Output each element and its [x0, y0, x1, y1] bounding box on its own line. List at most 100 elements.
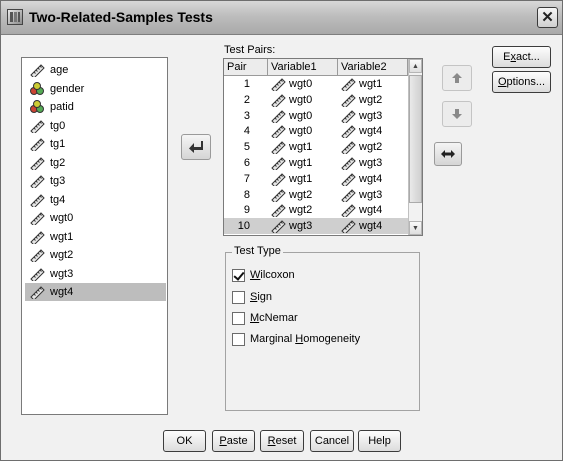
- variable2-cell[interactable]: wgt4: [340, 123, 408, 141]
- variable-item[interactable]: tg4: [25, 191, 166, 209]
- pair-number-cell: 1: [243, 78, 250, 90]
- table-row[interactable]: 4 wgt0 wgt4: [224, 123, 408, 141]
- variable1-cell[interactable]: wgt0: [270, 123, 338, 141]
- table-row[interactable]: 5 wgt1 wgt2: [224, 139, 408, 156]
- variable2-cell[interactable]: wgt3: [340, 155, 408, 172]
- arrow-bent-left-icon: [189, 141, 203, 153]
- scroll-thumb[interactable]: [409, 75, 422, 203]
- scale-ruler-icon: [29, 174, 45, 190]
- reset-label-key: R: [267, 435, 276, 447]
- checkbox-checked[interactable]: [232, 268, 245, 282]
- scale-ruler-icon: [270, 93, 286, 109]
- column-header-pair[interactable]: Pair: [224, 59, 268, 76]
- variable1-cell[interactable]: wgt1: [270, 155, 338, 172]
- table-row[interactable]: 6 wgt1 wgt3: [224, 155, 408, 172]
- source-variable-list[interactable]: age gender patid tg0 tg1 tg2 tg3 tg4 wgt0 wgt1 wgt…: [21, 57, 168, 415]
- variable-label: wgt3: [50, 267, 74, 280]
- scroll-down-button[interactable]: ▼: [409, 221, 422, 235]
- variable-item[interactable]: wgt3: [25, 265, 166, 283]
- variable-name: wgt4: [359, 172, 383, 185]
- variable-label: wgt1: [50, 230, 74, 243]
- test-type-option[interactable]: Sign: [232, 289, 272, 305]
- variable-item[interactable]: tg1: [25, 135, 166, 153]
- move-pair-down-button[interactable]: [442, 101, 472, 127]
- pairs-vertical-scrollbar[interactable]: ▲ ▼: [408, 59, 422, 235]
- variable1-cell[interactable]: wgt2: [270, 202, 338, 220]
- variable-label: patid: [50, 101, 74, 113]
- scale-ruler-icon: [270, 188, 286, 204]
- test-pairs-table[interactable]: Pair Variable1 Variable2 1 wgt0 wgt1 2 wgt0 w…: [223, 58, 423, 236]
- variable1-cell[interactable]: wgt0: [270, 92, 338, 109]
- scroll-up-button[interactable]: ▲: [409, 59, 422, 73]
- variable-item[interactable]: wgt4: [25, 283, 166, 301]
- variable1-cell[interactable]: wgt3: [270, 218, 338, 235]
- options-label-key: O: [497, 76, 507, 88]
- close-button[interactable]: ✕: [537, 7, 558, 28]
- scale-ruler-icon: [270, 203, 286, 220]
- move-pair-up-button[interactable]: [442, 65, 472, 91]
- checkbox[interactable]: [232, 332, 245, 346]
- help-label: Help: [368, 435, 391, 447]
- variable-item[interactable]: tg2: [25, 154, 166, 172]
- variable2-cell[interactable]: wgt1: [340, 76, 408, 93]
- variable2-cell[interactable]: wgt4: [340, 202, 408, 220]
- table-row[interactable]: 10 wgt3 wgt4: [224, 218, 408, 235]
- variable-name: wgt3: [289, 220, 313, 233]
- test-type-legend: Test Type: [232, 245, 283, 257]
- variable-item[interactable]: age: [25, 61, 166, 79]
- variable-item[interactable]: gender: [25, 80, 166, 98]
- table-row[interactable]: 7 wgt1 wgt4: [224, 171, 408, 188]
- table-row[interactable]: 8 wgt2 wgt3: [224, 187, 408, 204]
- help-button[interactable]: Help: [358, 430, 401, 452]
- variable-label: gender: [50, 82, 85, 95]
- column-header-variable1[interactable]: Variable1: [268, 59, 338, 76]
- ok-button[interactable]: OK: [163, 430, 206, 452]
- variable2-cell[interactable]: wgt3: [340, 108, 408, 125]
- title-bar[interactable]: Two-Related-Samples Tests ✕: [1, 1, 562, 35]
- variable-name: wgt1: [359, 78, 383, 90]
- variable2-cell[interactable]: wgt3: [340, 187, 408, 204]
- variable-item[interactable]: tg0: [25, 117, 166, 135]
- checkbox[interactable]: [232, 290, 245, 304]
- variable1-cell[interactable]: wgt2: [270, 187, 338, 204]
- options-button[interactable]: Options...: [492, 71, 551, 93]
- scale-ruler-icon: [29, 63, 45, 79]
- variable-item[interactable]: patid: [25, 98, 166, 116]
- scale-ruler-icon: [270, 172, 286, 188]
- variable1-cell[interactable]: wgt1: [270, 171, 338, 188]
- scale-ruler-icon: [270, 140, 286, 156]
- column-header-variable2[interactable]: Variable2: [338, 59, 408, 76]
- ok-label: OK: [176, 435, 193, 447]
- variable-name: wgt4: [359, 204, 383, 217]
- variable-item[interactable]: wgt2: [25, 246, 166, 264]
- variable2-cell[interactable]: wgt4: [340, 218, 408, 235]
- paste-label-post: aste: [226, 435, 248, 447]
- test-type-label: Sign: [250, 291, 272, 303]
- swap-variables-button[interactable]: [434, 142, 462, 166]
- test-type-option[interactable]: Marginal Homogeneity: [232, 331, 360, 347]
- variable2-cell[interactable]: wgt2: [340, 92, 408, 109]
- test-type-option[interactable]: McNemar: [232, 310, 298, 326]
- table-row[interactable]: 9 wgt2 wgt4: [224, 202, 408, 220]
- variable-item[interactable]: tg3: [25, 172, 166, 190]
- paste-button[interactable]: Paste: [212, 430, 255, 452]
- checkbox[interactable]: [232, 311, 245, 325]
- variable1-cell[interactable]: wgt0: [270, 76, 338, 93]
- variable2-cell[interactable]: wgt4: [340, 171, 408, 188]
- reset-button[interactable]: Reset: [260, 430, 304, 452]
- cancel-button[interactable]: Cancel: [310, 430, 354, 452]
- exact-button[interactable]: Ex act...: [492, 46, 551, 68]
- table-row[interactable]: 3 wgt0 wgt3: [224, 108, 408, 125]
- variable2-cell[interactable]: wgt2: [340, 139, 408, 156]
- table-row[interactable]: 1 wgt0 wgt1: [224, 76, 408, 93]
- variable1-cell[interactable]: wgt1: [270, 139, 338, 156]
- variable-item[interactable]: wgt0: [25, 209, 166, 227]
- table-row[interactable]: 2 wgt0 wgt2: [224, 92, 408, 109]
- variable-name: wgt3: [359, 109, 383, 122]
- move-to-pairs-button[interactable]: [181, 134, 211, 160]
- variable-name: wgt4: [359, 125, 383, 138]
- variable-name: wgt3: [359, 157, 383, 169]
- test-type-option[interactable]: Wilcoxon: [232, 267, 295, 283]
- variable-item[interactable]: wgt1: [25, 228, 166, 246]
- variable1-cell[interactable]: wgt0: [270, 108, 338, 125]
